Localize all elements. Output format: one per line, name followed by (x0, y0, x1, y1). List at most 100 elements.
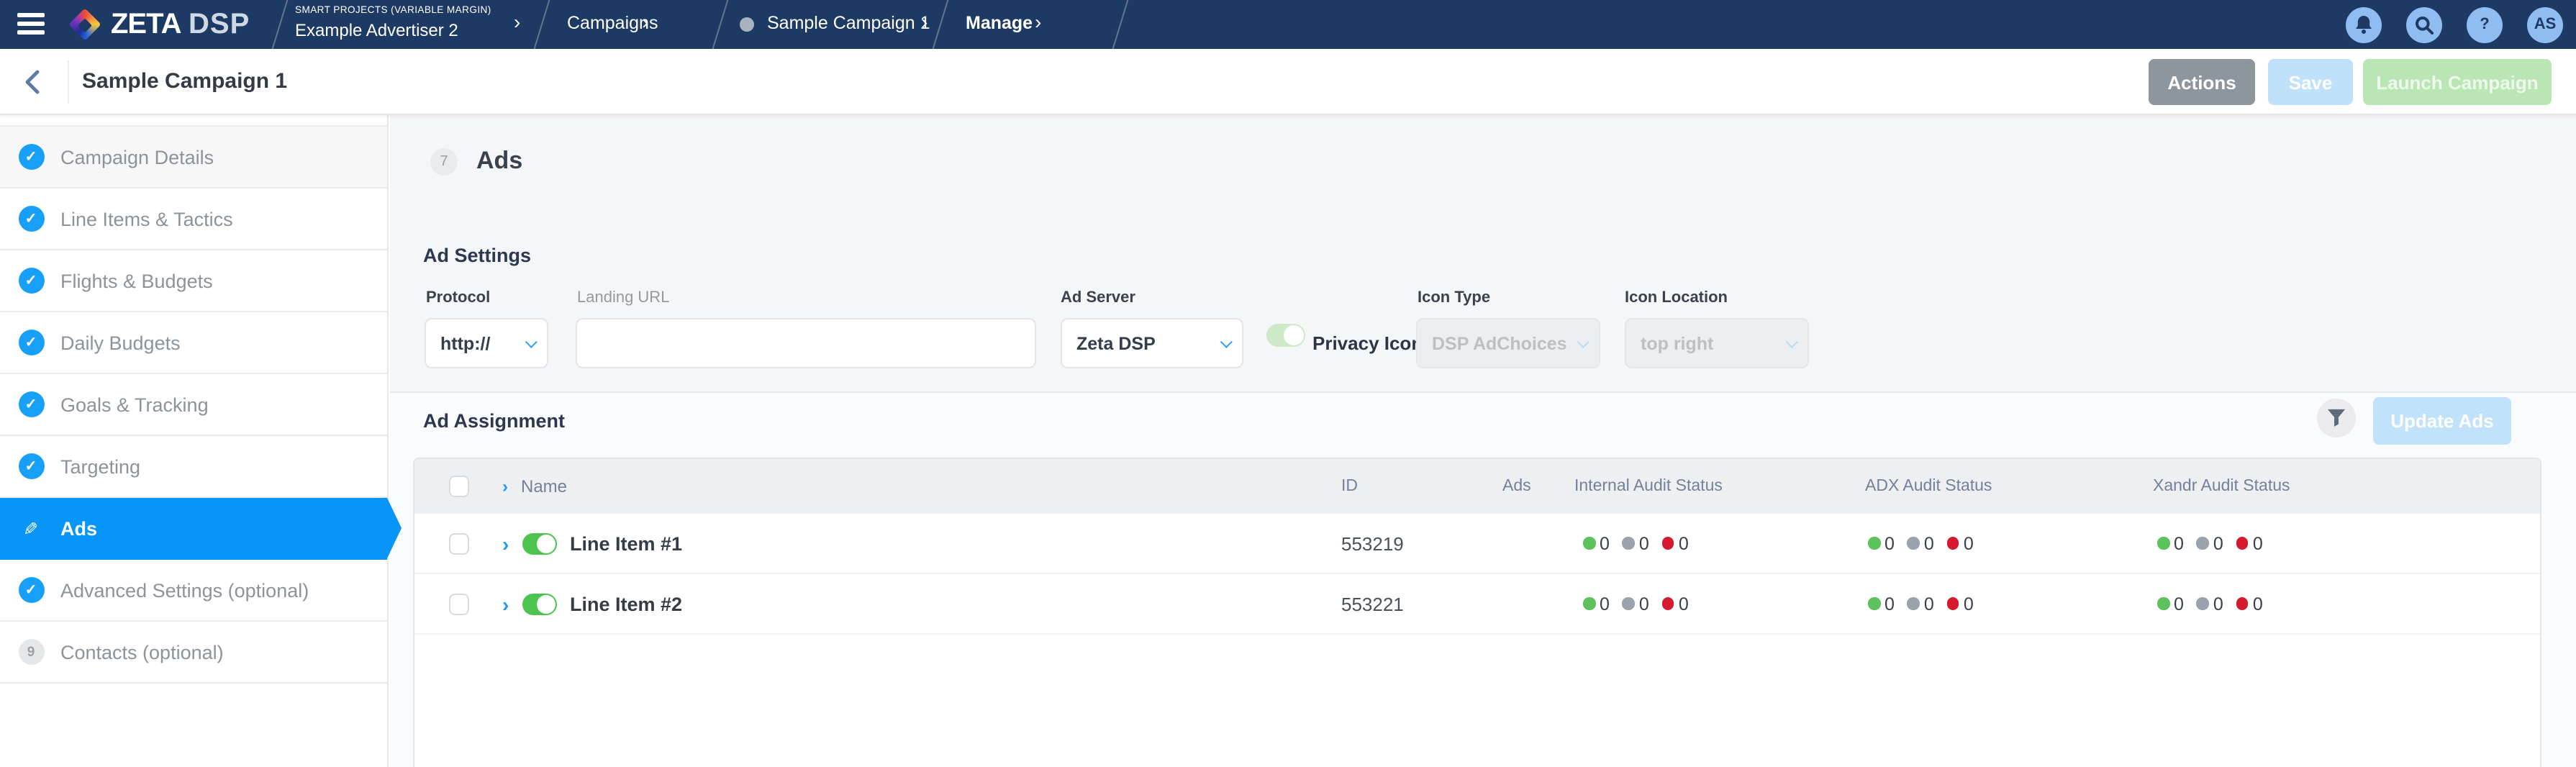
status-dot-approved (1583, 537, 1595, 550)
check-icon: ✓ (18, 268, 44, 294)
brand-zeta: ZETA (111, 9, 181, 42)
breadcrumb-manage[interactable]: Manage (966, 13, 1033, 33)
chevron-right-icon[interactable]: › (921, 10, 928, 33)
adx-audit-status: 0 0 0 (1868, 594, 1974, 614)
check-icon: ✓ (18, 577, 44, 603)
select-all-checkbox[interactable] (449, 476, 469, 497)
menu-icon[interactable] (17, 13, 45, 36)
table-row: › Line Item #2 553221 0 0 0 (414, 574, 2540, 635)
status-dot-pending (2197, 598, 2209, 610)
line-item-id: 553221 (1341, 593, 1404, 614)
sidebar-item-targeting[interactable]: ✓ Targeting (0, 436, 387, 498)
column-header-xandr-audit[interactable]: Xandr Audit Status (2153, 478, 2290, 495)
zeta-logo-icon (68, 8, 101, 40)
status-dot-approved (2157, 537, 2169, 550)
adx-audit-status: 0 0 0 (1868, 533, 1974, 553)
sidebar-item-advanced-settings[interactable]: ✓ Advanced Settings (optional) (0, 560, 387, 622)
breadcrumb-advertiser[interactable]: Example Advertiser 2 (295, 20, 458, 40)
avatar-initials: AS (2534, 16, 2557, 33)
section-title: Ads (476, 147, 522, 176)
column-header-internal-audit[interactable]: Internal Audit Status (1574, 478, 1723, 495)
launch-campaign-button[interactable]: Launch Campaign (2363, 59, 2552, 105)
expand-row-icon[interactable]: › (502, 533, 509, 553)
sidebar-item-campaign-details[interactable]: ✓ Campaign Details (0, 127, 387, 189)
sidebar-item-contacts[interactable]: 9 Contacts (optional) (0, 622, 387, 684)
column-header-id[interactable]: ID (1341, 478, 1358, 495)
sidebar-item-line-items[interactable]: ✓ Line Items & Tactics (0, 189, 387, 250)
status-dot-pending (1908, 537, 1920, 550)
help-button[interactable]: ? (2467, 6, 2503, 42)
bell-icon (2354, 14, 2373, 35)
protocol-select[interactable]: http:// (425, 318, 548, 368)
internal-audit-status: 0 0 0 (1583, 594, 1689, 614)
icon-type-select[interactable]: DSP AdChoices (1416, 318, 1600, 368)
breadcrumb-divider (711, 0, 730, 49)
step-number-badge: 9 (18, 639, 44, 665)
ad-server-select[interactable]: Zeta DSP (1061, 318, 1243, 368)
status-dot-pending (1908, 598, 1920, 610)
check-icon: ✓ (18, 206, 44, 232)
step-badge: 7 (430, 148, 458, 175)
table-row: › Line Item #1 553219 0 0 0 (414, 514, 2540, 574)
page-title: Sample Campaign 1 (82, 69, 287, 94)
check-icon: ✓ (18, 391, 44, 417)
table-header: › Name ID Ads Internal Audit Status ADX … (414, 459, 2540, 514)
breadcrumb-divider (532, 0, 552, 49)
chevron-right-icon[interactable]: › (1035, 10, 1041, 33)
sidebar-item-ads[interactable]: ✎ Ads (0, 498, 387, 560)
save-button[interactable]: Save (2268, 59, 2353, 105)
back-icon[interactable] (24, 69, 42, 95)
row-checkbox[interactable] (449, 532, 469, 554)
search-icon (2415, 15, 2434, 34)
avatar[interactable]: AS (2527, 6, 2563, 42)
status-dot-rejected (1947, 598, 1959, 610)
status-dot-pending (2197, 537, 2209, 550)
check-icon: ✓ (18, 453, 44, 479)
check-icon: ✓ (18, 330, 44, 355)
sort-chevron-icon[interactable]: › (502, 478, 508, 495)
search-button[interactable] (2406, 6, 2442, 42)
breadcrumb-section-label: SMART PROJECTS (VARIABLE MARGIN) (295, 6, 491, 16)
status-dot-rejected (2236, 537, 2249, 550)
status-dot-approved (1868, 537, 1880, 550)
line-item-name: Line Item #1 (570, 532, 682, 554)
column-header-name[interactable]: Name (521, 476, 567, 496)
breadcrumb-divider (1111, 0, 1130, 49)
chevron-down-icon (525, 335, 537, 347)
filter-icon (2327, 409, 2346, 427)
column-header-adx-audit[interactable]: ADX Audit Status (1865, 478, 1992, 495)
sidebar-item-flights-budgets[interactable]: ✓ Flights & Budgets (0, 250, 387, 312)
ad-settings-heading: Ad Settings (423, 245, 531, 266)
line-item-toggle[interactable] (522, 532, 557, 554)
actions-button[interactable]: Actions (2149, 59, 2255, 105)
status-dot-approved (1583, 598, 1595, 610)
ad-settings-section: 7 Ads Ad Settings Protocol Landing URL A… (390, 115, 2576, 393)
privacy-icon-toggle[interactable] (1266, 324, 1305, 347)
filter-button[interactable] (2317, 399, 2356, 437)
chevron-right-icon[interactable]: › (514, 10, 520, 33)
icon-location-select[interactable]: top right (1625, 318, 1809, 368)
brand-dsp: DSP (189, 9, 250, 42)
sidebar-item-goals-tracking[interactable]: ✓ Goals & Tracking (0, 374, 387, 436)
expand-row-icon[interactable]: › (502, 594, 509, 614)
breadcrumb-divider (271, 0, 290, 49)
app-window: ZETA DSP SMART PROJECTS (VARIABLE MARGIN… (0, 0, 2576, 767)
row-checkbox[interactable] (449, 593, 469, 614)
landing-url-input[interactable] (576, 318, 1036, 368)
chevron-right-icon[interactable]: › (642, 10, 648, 33)
line-item-name: Line Item #2 (570, 593, 682, 614)
check-icon: ✓ (18, 144, 44, 170)
landing-url-label: Landing URL (577, 289, 669, 307)
column-header-ads[interactable]: Ads (1502, 478, 1531, 495)
status-dot-pending (1623, 537, 1635, 550)
sidebar-item-daily-budgets[interactable]: ✓ Daily Budgets (0, 312, 387, 374)
breadcrumb-campaign[interactable]: Sample Campaign 1 (767, 13, 930, 33)
status-dot-approved (2157, 598, 2169, 610)
ad-assignment-table: › Name ID Ads Internal Audit Status ADX … (413, 458, 2541, 767)
notifications-button[interactable] (2346, 6, 2382, 42)
line-item-id: 553219 (1341, 532, 1404, 554)
status-dot-rejected (2236, 598, 2249, 610)
line-item-toggle[interactable] (522, 593, 557, 614)
update-ads-button[interactable]: Update Ads (2373, 397, 2511, 445)
status-dot-rejected (1947, 537, 1959, 550)
